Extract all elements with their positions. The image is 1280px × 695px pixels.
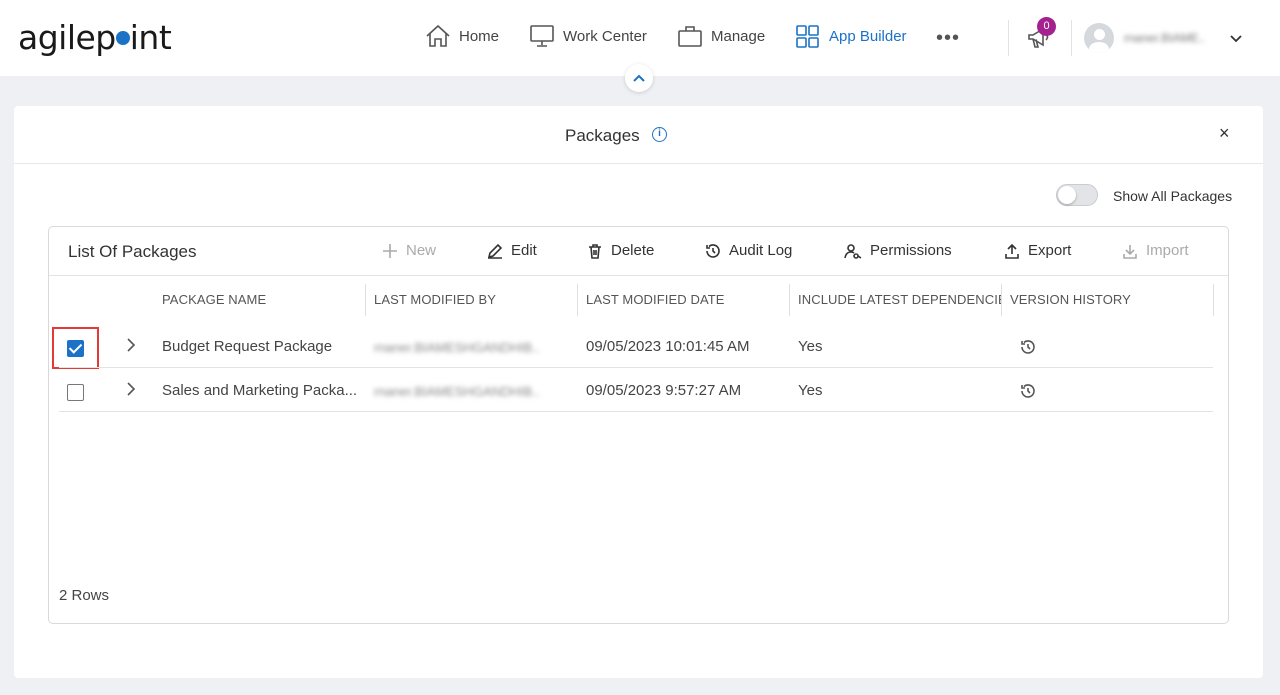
info-icon[interactable]: i [652, 127, 667, 142]
version-history-icon[interactable] [1020, 383, 1036, 404]
show-all-packages-label: Show All Packages [1113, 188, 1233, 204]
nav-manage[interactable]: Manage [677, 24, 765, 48]
user-avatar[interactable] [1084, 23, 1114, 53]
packages-panel: Packages i × Show All Packages List Of P… [14, 106, 1263, 678]
import-icon [1123, 244, 1137, 259]
column-separator [789, 284, 790, 316]
audit-log-button[interactable]: Audit Log [705, 242, 792, 259]
delete-label: Delete [611, 242, 655, 259]
package-name-cell[interactable]: Budget Request Package [162, 338, 332, 355]
trash-icon [589, 243, 601, 259]
more-menu-icon[interactable]: ••• [936, 28, 960, 48]
briefcase-icon [678, 26, 702, 47]
divider [1008, 20, 1009, 56]
package-name-cell[interactable]: Sales and Marketing Packa... [162, 382, 357, 399]
delete-button[interactable]: Delete [587, 242, 654, 259]
nav-app-builder-label: App Builder [829, 27, 907, 45]
row-checkbox[interactable] [67, 340, 84, 357]
include-deps-cell: Yes [798, 382, 823, 399]
home-icon [426, 24, 450, 47]
divider [1071, 20, 1072, 56]
import-button[interactable]: Import [1122, 242, 1189, 259]
export-icon [1005, 243, 1019, 259]
column-header-version-history[interactable]: VERSION HISTORY [1010, 292, 1131, 307]
modified-by-cell: rnaner.BIAMESHGANDHIB.. [374, 384, 540, 399]
column-header-include-latest-dependencies[interactable]: INCLUDE LATEST DEPENDENCIES [798, 292, 1002, 307]
divider [49, 275, 1228, 276]
new-button[interactable]: New [382, 242, 436, 259]
nav-manage-label: Manage [711, 27, 766, 45]
divider [59, 367, 1213, 368]
include-deps-cell: Yes [798, 338, 823, 355]
column-header-last-modified-date[interactable]: LAST MODIFIED DATE [586, 292, 725, 307]
show-all-packages-toggle[interactable] [1056, 184, 1098, 206]
modified-by-cell: rnaner.BIAMESHGANDHIB.. [374, 340, 540, 355]
nav-home-label: Home [459, 27, 500, 45]
version-history-icon[interactable] [1020, 339, 1036, 360]
chevron-up-icon [633, 74, 645, 82]
panel-header: Packages i × [14, 106, 1263, 164]
new-label: New [406, 242, 437, 259]
nav-app-builder[interactable]: App Builder [795, 24, 907, 48]
close-button[interactable]: × [1219, 123, 1230, 144]
chevron-right-icon[interactable] [126, 337, 136, 358]
permissions-button[interactable]: Permissions [844, 242, 952, 259]
list-title: List Of Packages [68, 242, 197, 261]
import-label: Import [1146, 242, 1189, 259]
grid-icon [796, 25, 819, 48]
chevron-right-icon[interactable] [126, 381, 136, 402]
notification-badge: 0 [1037, 17, 1056, 36]
collapse-header-button[interactable] [625, 64, 653, 92]
user-key-icon [844, 243, 862, 259]
column-separator [365, 284, 366, 316]
chevron-down-icon[interactable] [1229, 31, 1243, 49]
edit-button[interactable]: Edit [487, 242, 537, 259]
permissions-label: Permissions [870, 242, 952, 259]
nav-work-center[interactable]: Work Center [529, 24, 647, 48]
logo-dot [115, 30, 130, 45]
export-label: Export [1028, 242, 1072, 259]
column-separator [1213, 284, 1214, 316]
nav-home[interactable]: Home [425, 24, 499, 48]
agilepoint-logo[interactable]: agilep int [18, 18, 172, 57]
row-count: 2 Rows [59, 587, 110, 604]
packages-list-card: List Of Packages New Edit Delete Audit L… [48, 226, 1229, 624]
column-separator [577, 284, 578, 316]
monitor-icon [530, 25, 554, 47]
history-icon [706, 243, 720, 258]
edit-label: Edit [511, 242, 537, 259]
user-name[interactable]: rnaner.BIAME.. [1124, 31, 1205, 45]
modified-date-cell: 09/05/2023 9:57:27 AM [586, 382, 742, 399]
row-checkbox[interactable] [67, 384, 84, 401]
nav-work-center-label: Work Center [563, 27, 647, 45]
column-header-package-name[interactable]: PACKAGE NAME [162, 292, 266, 307]
divider [59, 411, 1213, 412]
column-separator [1001, 284, 1002, 316]
column-header-last-modified-by[interactable]: LAST MODIFIED BY [374, 292, 496, 307]
export-button[interactable]: Export [1004, 242, 1071, 259]
pencil-icon [487, 243, 503, 259]
plus-icon [383, 243, 397, 258]
audit-log-label: Audit Log [729, 242, 793, 259]
panel-title: Packages [565, 126, 640, 145]
modified-date-cell: 09/05/2023 10:01:45 AM [586, 338, 750, 355]
